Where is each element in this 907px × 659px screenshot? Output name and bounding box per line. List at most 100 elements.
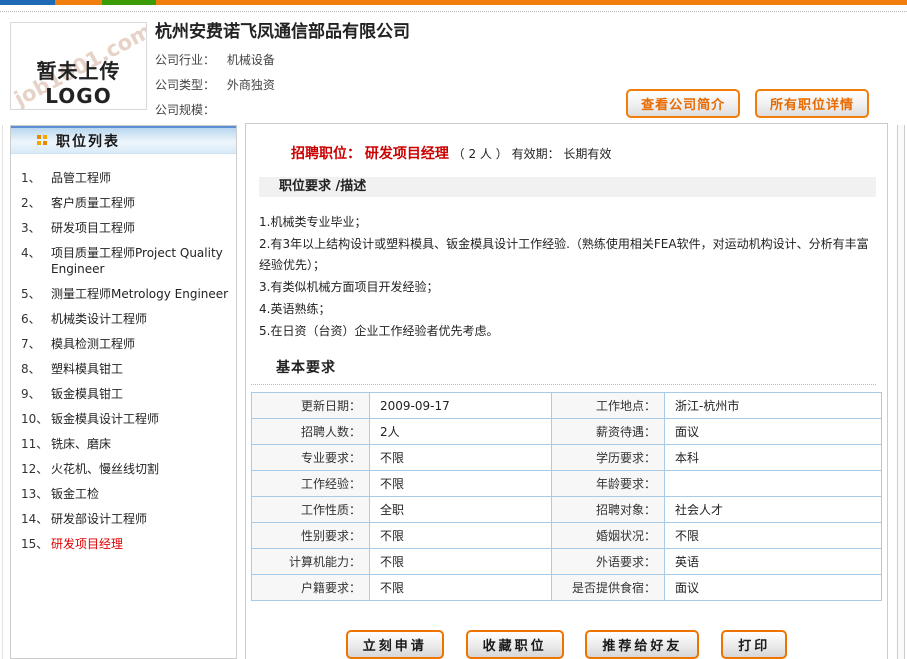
position-list-item[interactable]: 6、 机械类设计工程师 [21, 311, 230, 327]
table-value-cell: 不限 [370, 549, 552, 575]
table-label-cell: 招聘对象： [552, 497, 665, 523]
position-list-item[interactable]: 11、 铣床、磨床 [21, 436, 230, 452]
company-type-label: 公司类型： [155, 73, 223, 98]
table-value-cell: 2人 [370, 419, 552, 445]
table-label-cell: 婚姻状况： [552, 523, 665, 549]
position-list-item[interactable]: 9、 钣金模具钳工 [21, 386, 230, 402]
header-dotted-divider [0, 5, 907, 12]
table-label-cell: 工作性质： [252, 497, 370, 523]
position-item-number: 12、 [21, 461, 51, 477]
job-description: 1.机械类专业毕业； 2.有3年以上结构设计或塑料模具、钣金模具设计工作经验.（… [259, 212, 873, 342]
company-industry-value: 机械设备 [227, 53, 275, 67]
table-row: 招聘人数： 2人 薪资待遇： 面议 [252, 419, 882, 445]
position-list-item[interactable]: 4、 项目质量工程师Project Quality Engineer [21, 245, 230, 277]
position-list-title: 职位列表 [56, 131, 120, 151]
save-job-button[interactable]: 收藏职位 [466, 630, 564, 659]
position-item-number: 6、 [21, 311, 51, 327]
action-buttons-row: 立刻申请 收藏职位 推荐给好友 打印 [246, 630, 887, 659]
job-title: 研发项目经理 [365, 146, 449, 162]
position-item-label: 品管工程师 [51, 170, 111, 186]
position-item-number: 15、 [21, 536, 51, 552]
position-item-number: 11、 [21, 436, 51, 452]
company-name: 杭州安费诺飞凤通信部品有限公司 [155, 17, 907, 42]
position-item-number: 4、 [21, 245, 51, 277]
position-list-item[interactable]: 7、 模具检测工程师 [21, 336, 230, 352]
position-item-label: 项目质量工程师Project Quality Engineer [51, 245, 230, 277]
table-value-cell: 面议 [665, 575, 882, 601]
top-color-bar [0, 0, 907, 5]
position-list-item[interactable]: 15、 研发项目经理 [21, 536, 230, 552]
job-title-label: 招聘职位： [291, 146, 361, 162]
position-list-item[interactable]: 12、 火花机、慢丝线切割 [21, 461, 230, 477]
table-row: 工作性质： 全职 招聘对象： 社会人才 [252, 497, 882, 523]
position-list-header: 职位列表 [11, 126, 236, 154]
print-button[interactable]: 打印 [721, 630, 787, 659]
job-description-line: 3.有类似机械方面项目开发经验； [259, 277, 873, 298]
table-value-cell: 不限 [370, 575, 552, 601]
table-label-cell: 学历要求： [552, 445, 665, 471]
company-type-value: 外商独资 [227, 78, 275, 92]
header-buttons: 查看公司简介 所有职位详情 [615, 89, 869, 118]
page-left-border [2, 125, 3, 659]
position-item-label: 研发部设计工程师 [51, 511, 147, 527]
table-row: 性别要求： 不限 婚姻状况： 不限 [252, 523, 882, 549]
basic-requirements-tbody: 更新日期： 2009-09-17 工作地点： 浙江-杭州市 招聘人数： 2人 薪… [252, 393, 882, 601]
position-item-number: 14、 [21, 511, 51, 527]
table-label-cell: 工作经验： [252, 471, 370, 497]
job-description-line: 2.有3年以上结构设计或塑料模具、钣金模具设计工作经验.（熟练使用相关FEA软件… [259, 234, 873, 276]
company-industry-label: 公司行业： [155, 48, 223, 73]
position-item-label: 钣金模具设计工程师 [51, 411, 159, 427]
position-list-sidebar: 职位列表 1、 品管工程师 2、 客户质量工程师 3、 研发项目工程师 [10, 125, 237, 659]
position-item-label: 研发项目工程师 [51, 220, 135, 236]
table-value-cell: 不限 [370, 523, 552, 549]
position-list-item[interactable]: 5、 测量工程师Metrology Engineer [21, 286, 230, 302]
view-company-profile-button[interactable]: 查看公司简介 [626, 89, 740, 118]
position-item-number: 5、 [21, 286, 51, 302]
position-item-label: 铣床、磨床 [51, 436, 111, 452]
position-list-item[interactable]: 8、 塑料模具钳工 [21, 361, 230, 377]
job-validity: 有效期： 长期有效 [512, 147, 612, 161]
grid-squares-icon [37, 135, 48, 146]
position-list-item[interactable]: 14、 研发部设计工程师 [21, 511, 230, 527]
apply-now-button[interactable]: 立刻申请 [346, 630, 444, 659]
company-industry-row: 公司行业： 机械设备 [155, 48, 907, 73]
position-list-item[interactable]: 13、 钣金工检 [21, 486, 230, 502]
position-list: 1、 品管工程师 2、 客户质量工程师 3、 研发项目工程师 4、 项目质量工程… [11, 154, 236, 552]
position-item-label: 客户质量工程师 [51, 195, 135, 211]
table-label-cell: 是否提供食宿： [552, 575, 665, 601]
table-value-cell: 不限 [370, 445, 552, 471]
recommend-to-friend-button[interactable]: 推荐给好友 [585, 630, 699, 659]
position-item-label: 测量工程师Metrology Engineer [51, 286, 228, 302]
position-list-item[interactable]: 10、 钣金模具设计工程师 [21, 411, 230, 427]
position-item-label: 研发项目经理 [51, 536, 123, 552]
position-item-label: 模具检测工程师 [51, 336, 135, 352]
table-label-cell: 性别要求： [252, 523, 370, 549]
table-value-cell: 英语 [665, 549, 882, 575]
position-item-number: 2、 [21, 195, 51, 211]
position-list-item[interactable]: 1、 品管工程师 [21, 170, 230, 186]
job-headcount: （ 2 人 ） [453, 147, 508, 161]
scrollbar-track[interactable] [897, 125, 905, 659]
position-item-number: 9、 [21, 386, 51, 402]
position-item-number: 1、 [21, 170, 51, 186]
position-item-label: 钣金工检 [51, 486, 99, 502]
position-item-number: 3、 [21, 220, 51, 236]
topbar-orange-segment [55, 0, 102, 5]
table-value-cell: 社会人才 [665, 497, 882, 523]
table-row: 工作经验： 不限 年龄要求： [252, 471, 882, 497]
position-item-label: 塑料模具钳工 [51, 361, 123, 377]
company-header: job1001.com 暂未上传LOGO 杭州安费诺飞凤通信部品有限公司 公司行… [0, 12, 907, 122]
job-title-line: 招聘职位： 研发项目经理 （ 2 人 ） 有效期： 长期有效 [246, 124, 887, 163]
topbar-green-segment [102, 0, 156, 5]
position-list-item[interactable]: 2、 客户质量工程师 [21, 195, 230, 211]
table-value-cell: 全职 [370, 497, 552, 523]
logo-placeholder-text: 暂未上传LOGO [11, 55, 146, 108]
job-description-line: 5.在日资（台资）企业工作经验者优先考虑。 [259, 321, 873, 342]
table-value-cell: 不限 [665, 523, 882, 549]
job-detail-panel: 招聘职位： 研发项目经理 （ 2 人 ） 有效期： 长期有效 职位要求 /描述 … [245, 123, 888, 659]
position-list-item[interactable]: 3、 研发项目工程师 [21, 220, 230, 236]
requirements-section-header: 职位要求 /描述 [259, 177, 876, 197]
position-item-number: 7、 [21, 336, 51, 352]
all-positions-button[interactable]: 所有职位详情 [755, 89, 869, 118]
company-size-label: 公司规模： [155, 98, 223, 123]
